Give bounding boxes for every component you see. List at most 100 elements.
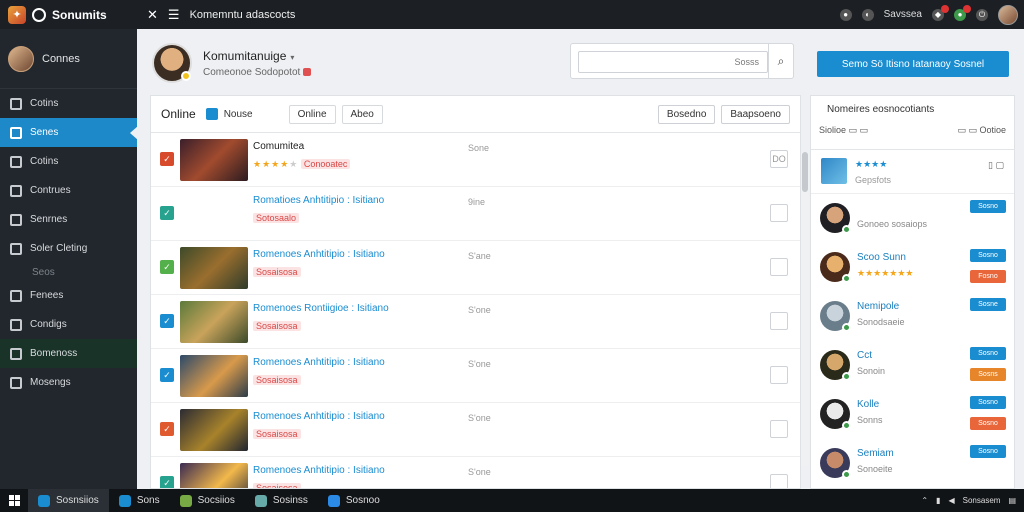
friends-icon[interactable]: ● (954, 4, 971, 21)
row-options-icon[interactable] (770, 420, 788, 438)
tray-up-icon[interactable]: ⌃ (921, 496, 928, 505)
scrollbar-thumb[interactable] (802, 152, 808, 192)
game-thumbnail[interactable] (180, 463, 248, 488)
sidebar-profile[interactable]: Connes (0, 29, 137, 89)
game-title[interactable]: Romenoes Anhtitipio : Isitiano (253, 411, 385, 422)
row-checkbox[interactable]: ✓ (160, 476, 174, 488)
taskbar-item[interactable]: Sons (109, 489, 170, 512)
friend-item[interactable]: Kolle Sonns Sosno Sosno (811, 390, 1014, 439)
friend-action-button[interactable]: Sosno (970, 396, 1006, 409)
sidebar-item-8[interactable]: Condigs (0, 310, 137, 339)
globe-icon[interactable]: ● (839, 8, 852, 21)
friend-secondary-button[interactable]: Sosno (970, 417, 1006, 430)
filter-about-button[interactable]: Abeo (341, 104, 383, 124)
friend-name[interactable]: Nemipole (857, 301, 899, 312)
friend-action-button[interactable]: Sosno (970, 200, 1006, 213)
game-thumbnail[interactable] (180, 139, 248, 181)
notifications-icon[interactable]: ▤ (1008, 496, 1016, 505)
game-title[interactable]: Romatioes Anhtitipio : Isitiano (253, 195, 384, 206)
friend-action-button[interactable]: Sosne (970, 298, 1006, 311)
sort-control[interactable]: Siolioe ▭ ▭ (819, 125, 868, 136)
game-thumbnail[interactable] (180, 301, 248, 343)
avatar[interactable] (820, 350, 851, 381)
row-options-icon[interactable] (770, 258, 788, 276)
search-button[interactable]: ⌕ (768, 44, 793, 78)
game-title[interactable]: Romenoes Anhtitipio : Isitiano (253, 465, 385, 476)
row-checkbox[interactable]: ✓ (160, 422, 174, 436)
table-row[interactable]: ✓ Romenoes Anhtitipio : Isitiano Sosaisosa… (151, 349, 800, 403)
taskbar-item[interactable]: Socsiios (170, 489, 245, 512)
table-row[interactable]: ✓ Romatioes Anhtitipio : Isitiano Sotosaal… (151, 187, 800, 241)
chat-icon[interactable]: ▯ ▢ (988, 160, 1004, 171)
filter-online-button[interactable]: Online (288, 104, 336, 124)
taskbar-item[interactable]: Sosnoo (318, 489, 390, 512)
sidebar-item-5[interactable]: Soler Cleting (0, 234, 137, 263)
list-scrollbar[interactable] (801, 152, 809, 466)
menu-icon[interactable]: ☰ (168, 7, 180, 23)
game-thumbnail[interactable] (180, 193, 248, 235)
friend-action-button[interactable]: Sosno (970, 249, 1006, 262)
taskbar-item[interactable]: Sosinss (245, 489, 318, 512)
user-avatar[interactable] (998, 4, 1018, 25)
friend-name[interactable]: Cct (857, 350, 872, 361)
game-thumbnail[interactable] (180, 247, 248, 289)
network-icon[interactable]: ▮ (936, 496, 940, 505)
sidebar-item-0[interactable]: Cotins (0, 89, 137, 118)
friend-item[interactable]: Semiam Sonoeite Sosno (811, 439, 1014, 488)
row-options-icon[interactable] (770, 312, 788, 330)
row-options-icon[interactable] (770, 204, 788, 222)
tab-online[interactable]: Online (161, 107, 196, 121)
row-options-icon[interactable] (770, 474, 788, 488)
row-checkbox[interactable]: ✓ (160, 314, 174, 328)
game-thumbnail[interactable] (180, 355, 248, 397)
row-options-icon[interactable] (770, 366, 788, 384)
sidebar-item-6[interactable]: Seos (0, 263, 137, 281)
avatar[interactable] (820, 252, 851, 283)
friend-name[interactable]: Scoo Sunn (857, 252, 906, 263)
friend-action-button[interactable]: Sosno (970, 347, 1006, 360)
start-button[interactable] (0, 495, 28, 506)
view-control[interactable]: ▭ ▭ Ootioe (957, 125, 1006, 136)
friend-item[interactable]: Scoo Sunn ★★★★★★★ Sosno Fosno (811, 243, 1014, 292)
sidebar-item-4[interactable]: Senrnes (0, 205, 137, 234)
row-checkbox[interactable]: ✓ (160, 260, 174, 274)
avatar[interactable] (820, 399, 851, 430)
avatar[interactable] (820, 448, 851, 479)
profile-avatar[interactable] (152, 43, 192, 83)
sidebar-item-9[interactable]: Bomenoss (0, 339, 137, 368)
profile-name-dropdown[interactable]: Komumitanuige ▾ (203, 49, 294, 63)
clock[interactable]: Sonsasem (963, 496, 1001, 505)
table-row[interactable]: ✓ Romenoes Anhtitipio : Isitiano Sosaisosa… (151, 241, 800, 295)
manage-button[interactable]: Baapsoeno (721, 104, 790, 124)
taskbar-item[interactable]: Sosnsiios (28, 489, 109, 512)
friend-item[interactable]: Cct Sonoin Sosno Sosns (811, 341, 1014, 390)
featured-item[interactable]: ★★★★ Gepsfots ▯ ▢ (811, 150, 1014, 194)
row-checkbox[interactable]: ✓ (160, 206, 174, 220)
friend-secondary-button[interactable]: Fosno (970, 270, 1006, 283)
volume-icon[interactable]: ◀ (948, 496, 954, 505)
sidebar-item-10[interactable]: Mosengs (0, 368, 137, 397)
table-row[interactable]: ✓ Romenoes Rontiigioe : Isitiano Sosaisosa… (151, 295, 800, 349)
avatar[interactable] (820, 301, 851, 332)
sidebar-item-7[interactable]: Fenees (0, 281, 137, 310)
sidebar-item-3[interactable]: Contrues (0, 176, 137, 205)
row-checkbox[interactable]: ✓ (160, 152, 174, 166)
row-options-icon[interactable]: DO (770, 150, 788, 168)
table-row[interactable]: ✓ Romenoes Anhtitipio : Isitiano Sosaisosa… (151, 403, 800, 457)
filter-chip-icon[interactable] (205, 108, 218, 120)
friend-item[interactable]: Gonoeo sosaiops Sosno (811, 194, 1014, 243)
game-thumbnail[interactable] (180, 409, 248, 451)
friend-action-button[interactable]: Sosno (970, 445, 1006, 458)
power-icon[interactable]: ⏻ (976, 8, 988, 21)
friend-name[interactable]: Semiam (857, 448, 894, 459)
tab-label[interactable]: Nouse (224, 109, 253, 120)
game-title[interactable]: Romenoes Anhtitipio : Isitiano (253, 249, 385, 260)
game-title[interactable]: Romenoes Rontiigioe : Isitiano (253, 303, 389, 314)
table-row[interactable]: ✓ Romenoes Anhtitipio : Isitiano Sosaisosa… (151, 457, 800, 488)
friend-item[interactable]: Nemipole Sonodsaeie Sosne (811, 292, 1014, 341)
primary-action-button[interactable]: Semo Sö Itisno Iatanaoy Sosnel (817, 51, 1009, 77)
friend-secondary-button[interactable]: Sosns (970, 368, 1006, 381)
table-row[interactable]: ✓ Comumitea ★★★★★ Conooatec Sone DO (151, 133, 800, 187)
game-title[interactable]: Romenoes Anhtitipio : Isitiano (253, 357, 385, 368)
search-input[interactable]: Sosss (578, 51, 768, 73)
